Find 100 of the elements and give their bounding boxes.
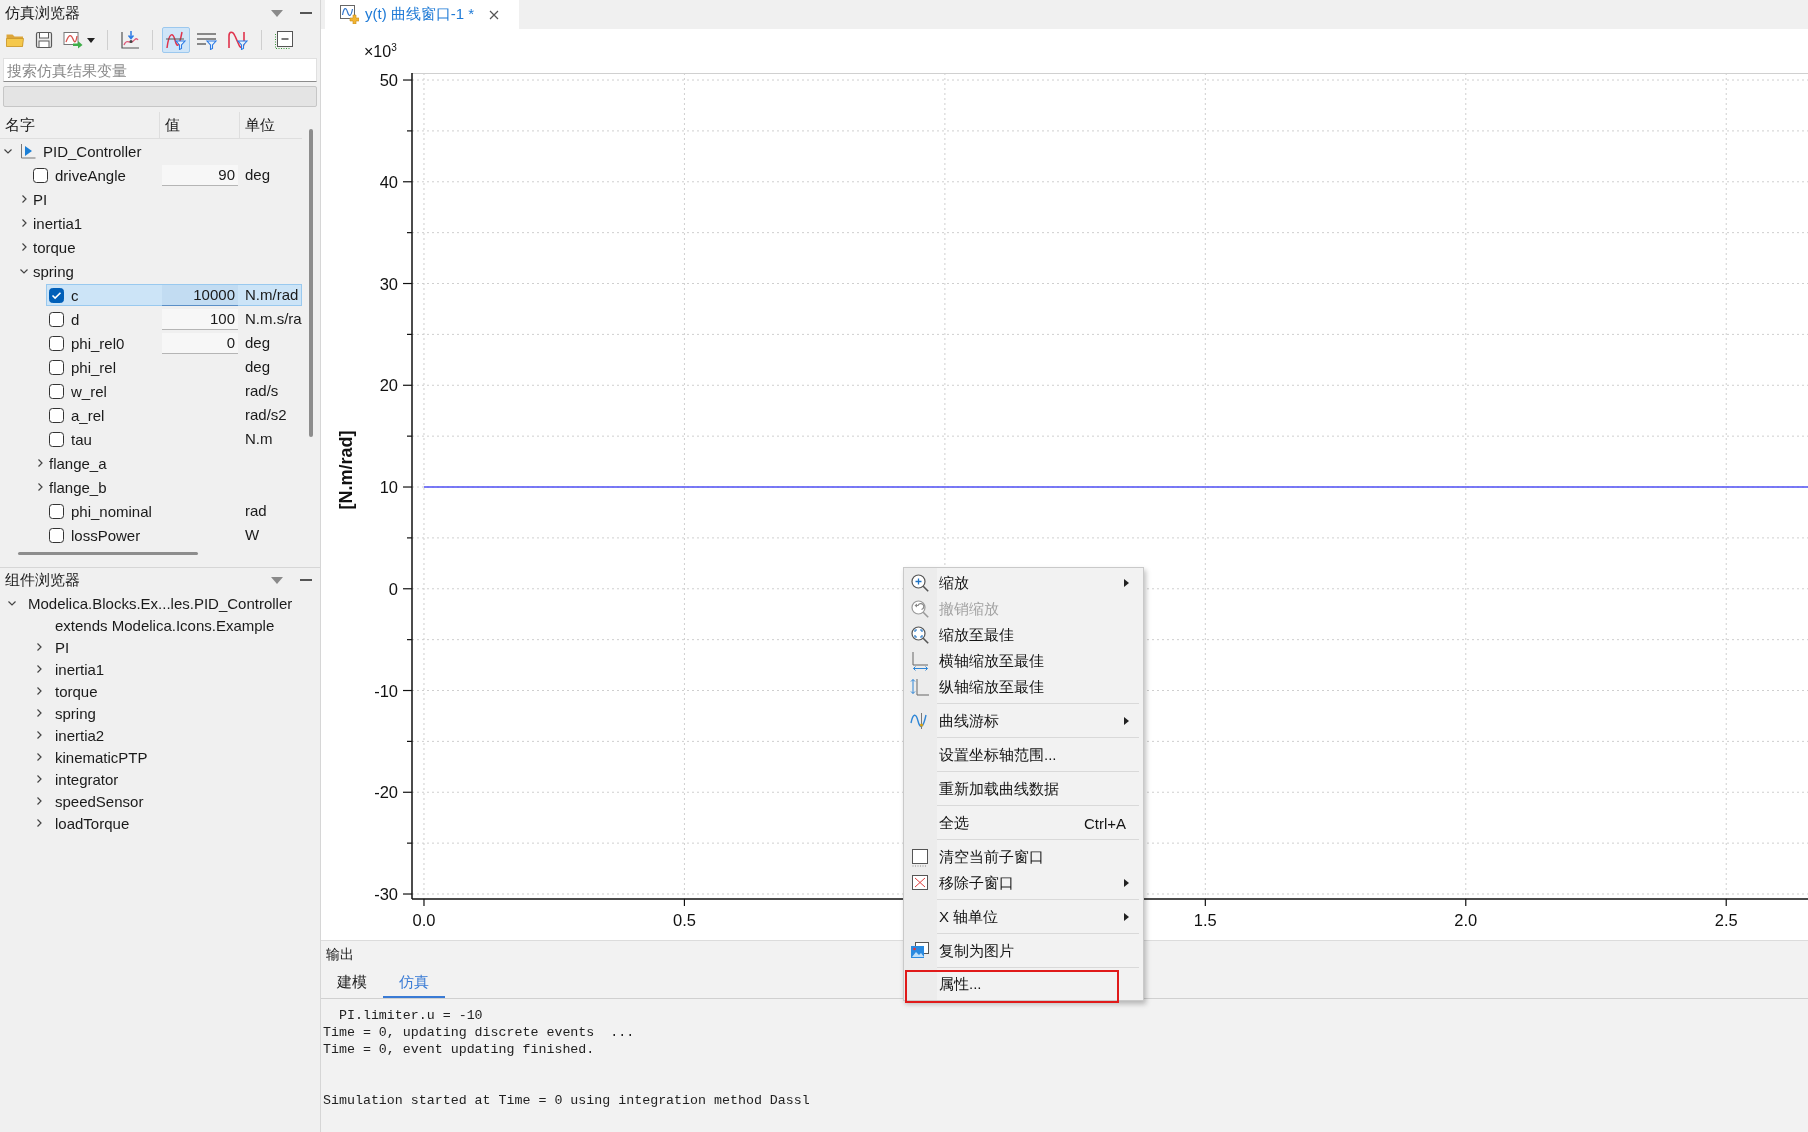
output-tab[interactable]: 建模 xyxy=(321,968,383,998)
tree-row[interactable]: phi_rel0 0 deg xyxy=(46,332,302,354)
checkbox[interactable] xyxy=(49,359,64,375)
tree-item-label[interactable]: spring xyxy=(54,704,97,722)
tree-item-label[interactable]: inertia2 xyxy=(54,726,106,744)
tree-item-label: flange_b xyxy=(49,478,107,496)
tree-item-label[interactable]: Modelica.Blocks.Ex...les.PID_Controller xyxy=(27,594,294,612)
document-tab[interactable]: y(t) 曲线窗口-1 * xyxy=(325,0,520,29)
tree-row[interactable]: driveAngle 90 deg xyxy=(30,164,302,186)
unit-label: N.m.s/ra xyxy=(245,310,302,327)
checkbox[interactable] xyxy=(49,431,64,447)
menu-item[interactable]: 重新加载曲线数据 xyxy=(904,776,1143,802)
checkbox[interactable] xyxy=(49,311,64,327)
unit-label: deg xyxy=(245,166,271,183)
chevron-icon[interactable] xyxy=(35,709,43,717)
chevron-icon[interactable] xyxy=(35,753,43,761)
value-field[interactable]: 10000 xyxy=(162,284,238,306)
close-icon[interactable] xyxy=(489,9,500,20)
tree-row[interactable]: PI xyxy=(30,188,302,210)
chevron-icon[interactable] xyxy=(35,797,43,805)
menu-item[interactable]: 移除子窗口 xyxy=(904,870,1143,896)
chevron-icon[interactable] xyxy=(20,219,28,227)
menu-item[interactable]: 缩放 xyxy=(904,570,1143,596)
tree-item-label[interactable]: speedSensor xyxy=(54,792,145,810)
dropdown-icon[interactable] xyxy=(271,576,283,584)
menu-item[interactable]: 属性... xyxy=(905,970,1119,1003)
menu-item[interactable]: 全选 Ctrl+A xyxy=(904,810,1143,836)
menu-item[interactable]: X 轴单位 xyxy=(904,904,1143,930)
tree-row[interactable]: phi_nominal rad xyxy=(46,500,302,522)
tree-row[interactable]: PID_Controller xyxy=(14,140,302,162)
column-header[interactable]: 名字 xyxy=(0,112,160,138)
wave-funnel-icon xyxy=(227,30,249,50)
toolbar-button[interactable] xyxy=(162,27,190,53)
tree-row[interactable]: c 10000 N.m/rad xyxy=(46,284,302,306)
vertical-scrollbar[interactable] xyxy=(309,129,313,437)
chevron-icon[interactable] xyxy=(35,775,43,783)
menu-item[interactable]: 纵轴缩放至最佳 xyxy=(904,674,1143,700)
value-field[interactable]: 0 xyxy=(162,332,238,354)
dropdown-icon[interactable] xyxy=(271,9,283,17)
tree-row[interactable]: torque xyxy=(30,236,302,258)
horizontal-scrollbar[interactable] xyxy=(18,551,198,555)
chevron-icon[interactable] xyxy=(35,687,43,695)
value-field[interactable]: 100 xyxy=(162,308,238,330)
tree-item-label: phi_rel xyxy=(71,358,117,376)
tree-item-label[interactable]: kinematicPTP xyxy=(54,748,149,766)
chevron-icon[interactable] xyxy=(35,819,43,827)
chevron-icon[interactable] xyxy=(4,147,12,155)
value-field[interactable]: 90 xyxy=(162,164,238,186)
tree-item-label: lossPower xyxy=(71,526,141,544)
checkbox[interactable] xyxy=(49,287,64,303)
chevron-icon[interactable] xyxy=(20,243,28,251)
chevron-icon[interactable] xyxy=(8,599,16,607)
caret-down-icon xyxy=(87,37,95,43)
checkbox[interactable] xyxy=(49,527,64,543)
tree-item-label[interactable]: extends Modelica.Icons.Example xyxy=(54,616,276,634)
tree-row[interactable]: flange_a xyxy=(46,452,302,474)
tree-item-label[interactable]: inertia1 xyxy=(54,660,106,678)
menu-item[interactable]: 曲线游标 xyxy=(904,708,1143,734)
tree-row[interactable]: d 100 N.m.s/ra xyxy=(46,308,302,330)
tree-item-label[interactable]: torque xyxy=(54,682,99,700)
tree-item-label[interactable]: loadTorque xyxy=(54,814,131,832)
checkbox[interactable] xyxy=(49,503,64,519)
tree-row[interactable]: flange_b xyxy=(46,476,302,498)
menu-item[interactable]: 缩放至最佳 xyxy=(904,622,1143,648)
checkbox[interactable] xyxy=(49,383,64,399)
menu-item[interactable]: 复制为图片 xyxy=(904,938,1143,964)
zoom-fit-icon xyxy=(910,625,930,645)
menu-item[interactable]: 清空当前子窗口 xyxy=(904,844,1143,870)
tree-row[interactable]: tau N.m xyxy=(46,428,302,450)
panel-title: 仿真浏览器 xyxy=(5,3,80,23)
tree-item-label[interactable]: PI xyxy=(54,638,71,656)
chevron-icon[interactable] xyxy=(35,731,43,739)
checkbox[interactable] xyxy=(33,167,48,183)
tree-row[interactable]: lossPower W xyxy=(46,524,302,546)
axis-title: [N.m/rad] xyxy=(336,430,356,510)
chevron-icon[interactable] xyxy=(35,643,43,651)
chevron-icon[interactable] xyxy=(36,483,44,491)
checkbox[interactable] xyxy=(49,407,64,423)
column-header[interactable]: 值 xyxy=(160,112,240,138)
menu-item[interactable]: 设置坐标轴范围... xyxy=(904,742,1143,768)
tree-row[interactable]: spring xyxy=(30,260,302,282)
tree-row[interactable]: a_rel rad/s2 xyxy=(46,404,302,426)
column-header[interactable]: 单位 xyxy=(240,112,302,138)
checkbox[interactable] xyxy=(49,335,64,351)
chevron-icon[interactable] xyxy=(36,459,44,467)
tree-item-label: flange_a xyxy=(49,454,107,472)
tree-row[interactable]: w_rel rad/s xyxy=(46,380,302,402)
tree-row[interactable]: phi_rel deg xyxy=(46,356,302,378)
tree-row[interactable]: inertia1 xyxy=(30,212,302,234)
chevron-icon[interactable] xyxy=(35,665,43,673)
tree-item-label[interactable]: integrator xyxy=(54,770,120,788)
output-tab[interactable]: 仿真 xyxy=(383,968,445,998)
chart-down-arrow-icon xyxy=(120,30,140,50)
menu-item[interactable]: 横轴缩放至最佳 xyxy=(904,648,1143,674)
chevron-icon[interactable] xyxy=(20,267,28,275)
chevron-icon[interactable] xyxy=(20,195,28,203)
x-tick-label: 2.0 xyxy=(1454,911,1478,929)
horizontal-arrows-axis-icon xyxy=(910,651,930,671)
search-field[interactable]: 搜索仿真结果变量 xyxy=(3,58,317,82)
tree-item-label: phi_rel0 xyxy=(71,334,125,352)
